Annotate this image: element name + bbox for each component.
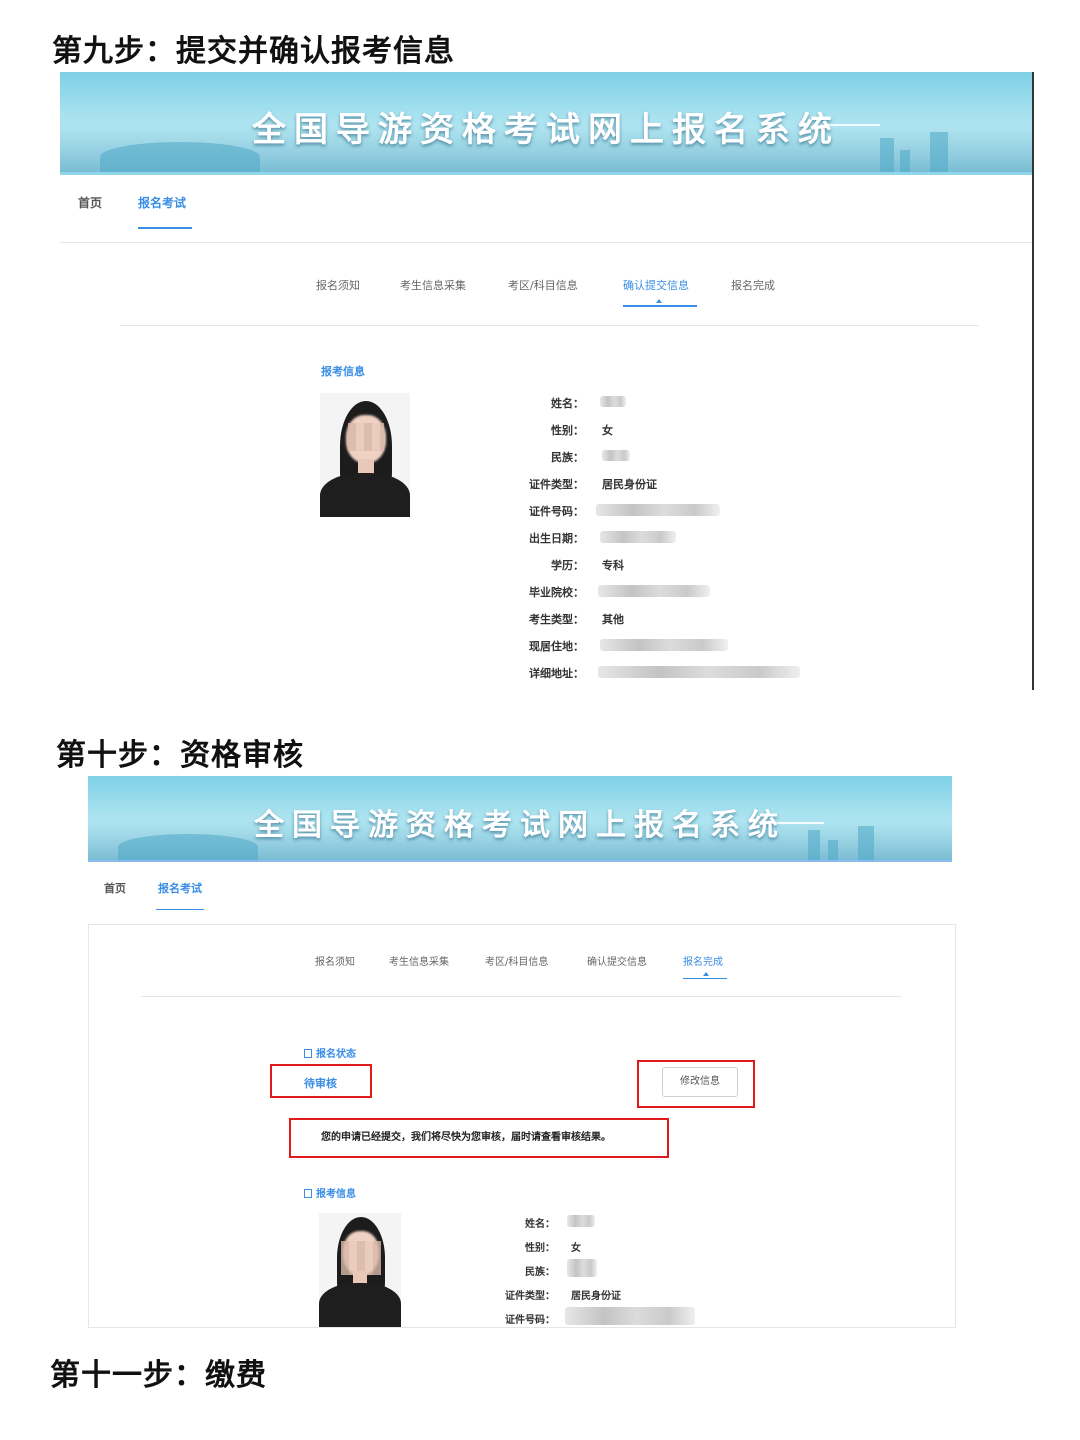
field-value-education: 专科 (602, 559, 624, 572)
banner-title: 全国导游资格考试网上报名系统 (254, 808, 786, 843)
field-label-id-number: 证件号码： (529, 505, 584, 518)
field-label-ethnicity: 民族： (525, 1267, 555, 1278)
redacted-ethnicity (602, 450, 630, 461)
step9-screenshot: 全国导游资格考试网上报名系统 首页 报名考试 报名须知 考生信息采集 考区/科目… (60, 72, 1034, 690)
nav-home[interactable]: 首页 (104, 880, 126, 896)
modify-info-button[interactable]: 修改信息 (662, 1067, 738, 1097)
field-label-birthdate: 出生日期： (529, 532, 584, 545)
nav-exam-registration[interactable]: 报名考试 (158, 880, 202, 896)
site-banner: 全国导游资格考试网上报名系统 (60, 72, 1032, 172)
applicant-photo (320, 393, 410, 517)
content-panel: 报名须知 考生信息采集 考区/科目信息 确认提交信息 报名完成 报名状态 待审核… (88, 924, 956, 1328)
redacted-id-number (565, 1307, 695, 1325)
banner-title: 全国导游资格考试网上报名系统 (252, 110, 840, 150)
applicant-photo (319, 1213, 401, 1327)
site-banner: 全国导游资格考试网上报名系统 (88, 776, 952, 860)
section-title-exam-info: 报考信息 (321, 365, 365, 378)
step10-heading: 第十步：资格审核 (56, 738, 304, 773)
field-label-id-number: 证件号码： (505, 1315, 555, 1326)
step-tab-exam-area[interactable]: 考区/科目信息 (485, 953, 548, 968)
redacted-birthdate (600, 531, 676, 543)
redacted-ethnicity (567, 1259, 597, 1277)
step-tab-candidate-info[interactable]: 考生信息采集 (400, 277, 466, 293)
step-tab-complete[interactable]: 报名完成 (731, 277, 775, 293)
step-tab-notice[interactable]: 报名须知 (316, 277, 360, 293)
redacted-school (598, 585, 710, 597)
redacted-id-number (596, 504, 720, 516)
field-value-gender: 女 (602, 424, 613, 437)
field-label-id-type: 证件类型： (505, 1291, 555, 1302)
redacted-address (598, 666, 800, 678)
field-label-name: 姓名： (525, 1219, 555, 1230)
step11-heading: 第十一步：缴费 (50, 1358, 267, 1393)
step10-screenshot: 全国导游资格考试网上报名系统 首页 报名考试 报名须知 考生信息采集 考区/科目… (78, 776, 958, 1328)
step-tab-candidate-info[interactable]: 考生信息采集 (389, 953, 449, 968)
field-label-gender: 性别： (525, 1243, 555, 1254)
document-icon (304, 1049, 312, 1058)
section-title-exam-info: 报考信息 (304, 1185, 356, 1200)
redacted-residence (600, 639, 728, 651)
step-tab-notice[interactable]: 报名须知 (315, 953, 355, 968)
field-value-candidate-type: 其他 (602, 613, 624, 626)
redacted-name (567, 1215, 595, 1227)
status-value: 待审核 (304, 1077, 337, 1090)
nav-home[interactable]: 首页 (78, 194, 102, 211)
field-label-name: 姓名： (551, 397, 584, 410)
document-icon (304, 1189, 312, 1198)
field-value-gender: 女 (571, 1243, 581, 1254)
field-label-gender: 性别： (551, 424, 584, 437)
field-label-school: 毕业院校： (529, 586, 584, 599)
nav-exam-registration[interactable]: 报名考试 (138, 194, 186, 211)
redacted-name (600, 396, 626, 407)
field-label-address: 详细地址： (529, 667, 584, 680)
field-label-education: 学历： (551, 559, 584, 572)
field-label-ethnicity: 民族： (551, 451, 584, 464)
field-label-id-type: 证件类型： (529, 478, 584, 491)
step9-heading: 第九步：提交并确认报考信息 (52, 34, 455, 69)
field-label-residence: 现居住地： (529, 640, 584, 653)
field-label-candidate-type: 考生类型： (529, 613, 584, 626)
field-value-id-type: 居民身份证 (571, 1291, 621, 1302)
field-value-id-type: 居民身份证 (602, 478, 657, 491)
content-panel: 报名须知 考生信息采集 考区/科目信息 确认提交信息 报名完成 报考信息 姓名：… (60, 242, 1032, 690)
submission-message: 您的申请已经提交，我们将尽快为您审核，届时请查看审核结果。 (321, 1132, 611, 1143)
step-tab-exam-area[interactable]: 考区/科目信息 (508, 277, 578, 293)
section-title-status: 报名状态 (304, 1045, 356, 1060)
step-tab-confirm[interactable]: 确认提交信息 (623, 277, 689, 293)
step-tab-confirm[interactable]: 确认提交信息 (587, 953, 647, 968)
step-tab-complete[interactable]: 报名完成 (683, 953, 723, 968)
